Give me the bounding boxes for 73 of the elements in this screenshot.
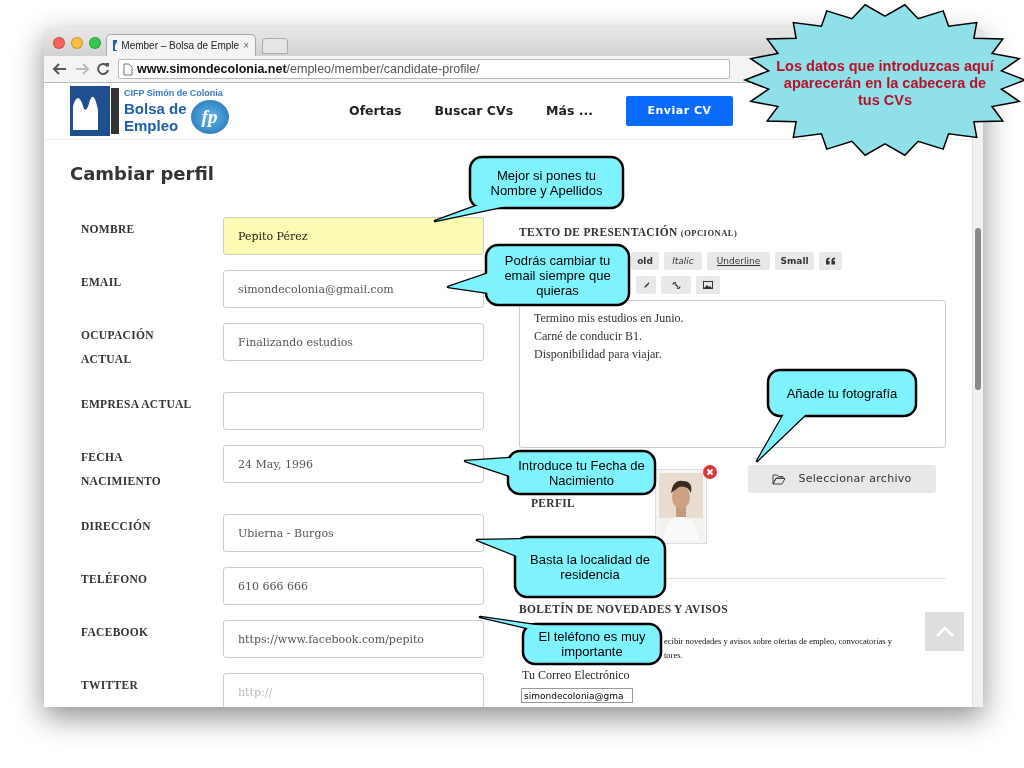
page-icon bbox=[123, 62, 133, 76]
input-field[interactable] bbox=[223, 392, 484, 430]
input-field[interactable]: http:// bbox=[223, 673, 484, 707]
link-icon bbox=[671, 280, 681, 290]
format-button[interactable]: old bbox=[631, 252, 659, 271]
chevron-up-icon bbox=[934, 625, 955, 638]
format-button[interactable] bbox=[696, 276, 720, 295]
page-title: Cambiar perfil bbox=[70, 162, 215, 186]
address-bar[interactable]: www.simondecolonia.net/empleo/member/candidate-profile/ bbox=[118, 59, 730, 79]
zoom-window-button[interactable] bbox=[89, 37, 101, 49]
logo-subtitle: CIFP Simón de Colonia bbox=[124, 88, 224, 98]
text-line: Carné de conducir B1. bbox=[534, 328, 643, 346]
tab-close-button[interactable]: × bbox=[243, 38, 249, 53]
select-file-button[interactable]: Seleccionar archivo bbox=[748, 465, 936, 494]
logo-title: Empleo bbox=[124, 116, 180, 134]
close-window-button[interactable] bbox=[53, 37, 65, 49]
format-button[interactable]: Underline bbox=[707, 252, 770, 271]
folder-icon bbox=[772, 473, 787, 485]
field-label: Tu Correo Electrónico bbox=[521, 667, 631, 682]
image-icon bbox=[703, 281, 713, 290]
section-heading: TEXTO DE PRESENTACIÓN (OPCIONAL) bbox=[519, 224, 739, 240]
input-field[interactable]: https://www.facebook.com/pepito bbox=[223, 620, 484, 658]
callout-text: El teléfono es muy importante bbox=[537, 629, 647, 659]
field-label: NOMBRE bbox=[80, 222, 136, 237]
field-label: FECHA NACIMIENTO bbox=[80, 450, 163, 489]
field-label: TWITTER bbox=[80, 678, 140, 693]
quote-icon bbox=[826, 257, 835, 266]
logo-title: Bolsa de bbox=[124, 99, 187, 117]
input-field[interactable]: 24 May, 1996 bbox=[223, 445, 484, 483]
remove-icon[interactable] bbox=[703, 465, 717, 480]
field-label: TELÉFONO bbox=[80, 571, 149, 587]
field-label: OCUPACIÓN ACTUAL bbox=[80, 327, 155, 367]
nav-link[interactable]: Más ... bbox=[546, 101, 593, 121]
newsletter-text: ecibir novedades y avisos sobre ofertas de empleo, convocatorias y bbox=[664, 634, 892, 648]
text-line: Termino mis estudios en Junio. bbox=[534, 310, 685, 328]
site-favicon-icon bbox=[113, 40, 118, 51]
url-text: www.simondecolonia.net/empleo/member/candidate-profile/ bbox=[137, 60, 480, 78]
field-label: EMPRESA ACTUAL bbox=[80, 397, 193, 412]
browser-tab[interactable]: Member – Bolsa de Emple × bbox=[106, 34, 256, 56]
callout-text: Añade tu fotografía bbox=[786, 385, 898, 401]
new-tab-button[interactable] bbox=[262, 38, 288, 54]
back-icon[interactable] bbox=[52, 62, 68, 76]
input-field[interactable]: simondecolonia@gmail.com bbox=[223, 270, 484, 308]
callout-text: Introduce tu Fecha de Nacimiento bbox=[517, 457, 646, 488]
field-label: PERFIL bbox=[531, 496, 576, 512]
callout-text: Basta la localidad de residencia bbox=[529, 552, 651, 582]
callout-text: Mejor si pones tu Nombre y Apellidos bbox=[489, 167, 604, 198]
field-label: FACEBOOK bbox=[80, 625, 150, 640]
field-label: EMAIL bbox=[80, 275, 123, 290]
nav-link[interactable]: Ofertas bbox=[349, 101, 402, 121]
tab-title: Member – Bolsa de Emple bbox=[121, 39, 240, 53]
pencil-icon bbox=[643, 281, 649, 290]
input-field[interactable]: 610 666 666 bbox=[223, 567, 484, 605]
nav-link[interactable]: Buscar CVs bbox=[434, 101, 514, 121]
email-input[interactable]: simondecolonia@gma bbox=[521, 688, 633, 703]
input-field[interactable]: Ubierna - Burgos bbox=[223, 514, 484, 552]
format-button[interactable]: Small bbox=[775, 252, 814, 271]
field-label: DIRECCIÓN bbox=[80, 518, 152, 534]
minimize-window-button[interactable] bbox=[71, 37, 83, 49]
callout-text: Podrás cambiar tu email siempre que quieras bbox=[503, 252, 612, 298]
text-line: Disponibilidad para viajar. bbox=[534, 346, 663, 364]
format-button[interactable]: Italic bbox=[664, 252, 702, 271]
send-cv-button[interactable]: Enviar CV bbox=[626, 96, 733, 126]
reload-icon[interactable] bbox=[96, 62, 110, 76]
section-heading: BOLETÍN DE NOVEDADES Y AVISOS bbox=[519, 601, 729, 618]
callout-text: Los datos que introduzcas aquí aparecerán en la cabecera de tus CVs bbox=[775, 57, 995, 109]
school-logo-icon bbox=[70, 86, 120, 136]
format-button[interactable] bbox=[819, 252, 842, 271]
forward-icon[interactable] bbox=[74, 62, 90, 76]
fp-logo: fp bbox=[190, 99, 229, 134]
input-field[interactable]: Pepito Pérez bbox=[223, 217, 484, 255]
newsletter-text: tores. bbox=[664, 648, 683, 662]
input-field[interactable]: Finalizando estudios bbox=[223, 323, 484, 361]
